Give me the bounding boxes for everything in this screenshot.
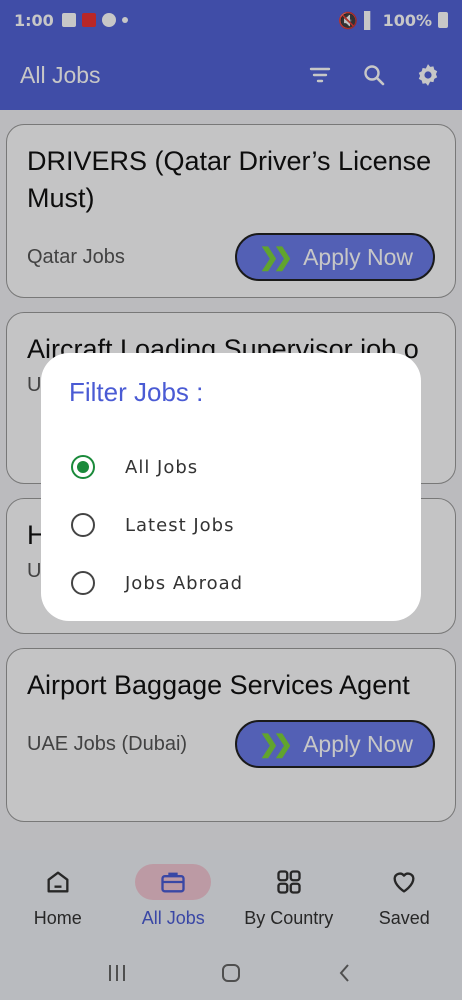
radio-button[interactable] [71,513,95,537]
radio-button[interactable] [71,455,95,479]
filter-option-all-jobs[interactable]: All Jobs [69,438,393,496]
option-label: Jobs Abroad [125,572,244,594]
dialog-title: Filter Jobs : [69,377,204,407]
filter-dialog: Filter Jobs : All Jobs Latest Jobs Jobs … [41,353,421,621]
radio-button[interactable] [71,571,95,595]
option-label: Latest Jobs [125,514,235,536]
option-label: All Jobs [125,456,199,478]
filter-option-jobs-abroad[interactable]: Jobs Abroad [69,554,393,612]
filter-option-latest-jobs[interactable]: Latest Jobs [69,496,393,554]
